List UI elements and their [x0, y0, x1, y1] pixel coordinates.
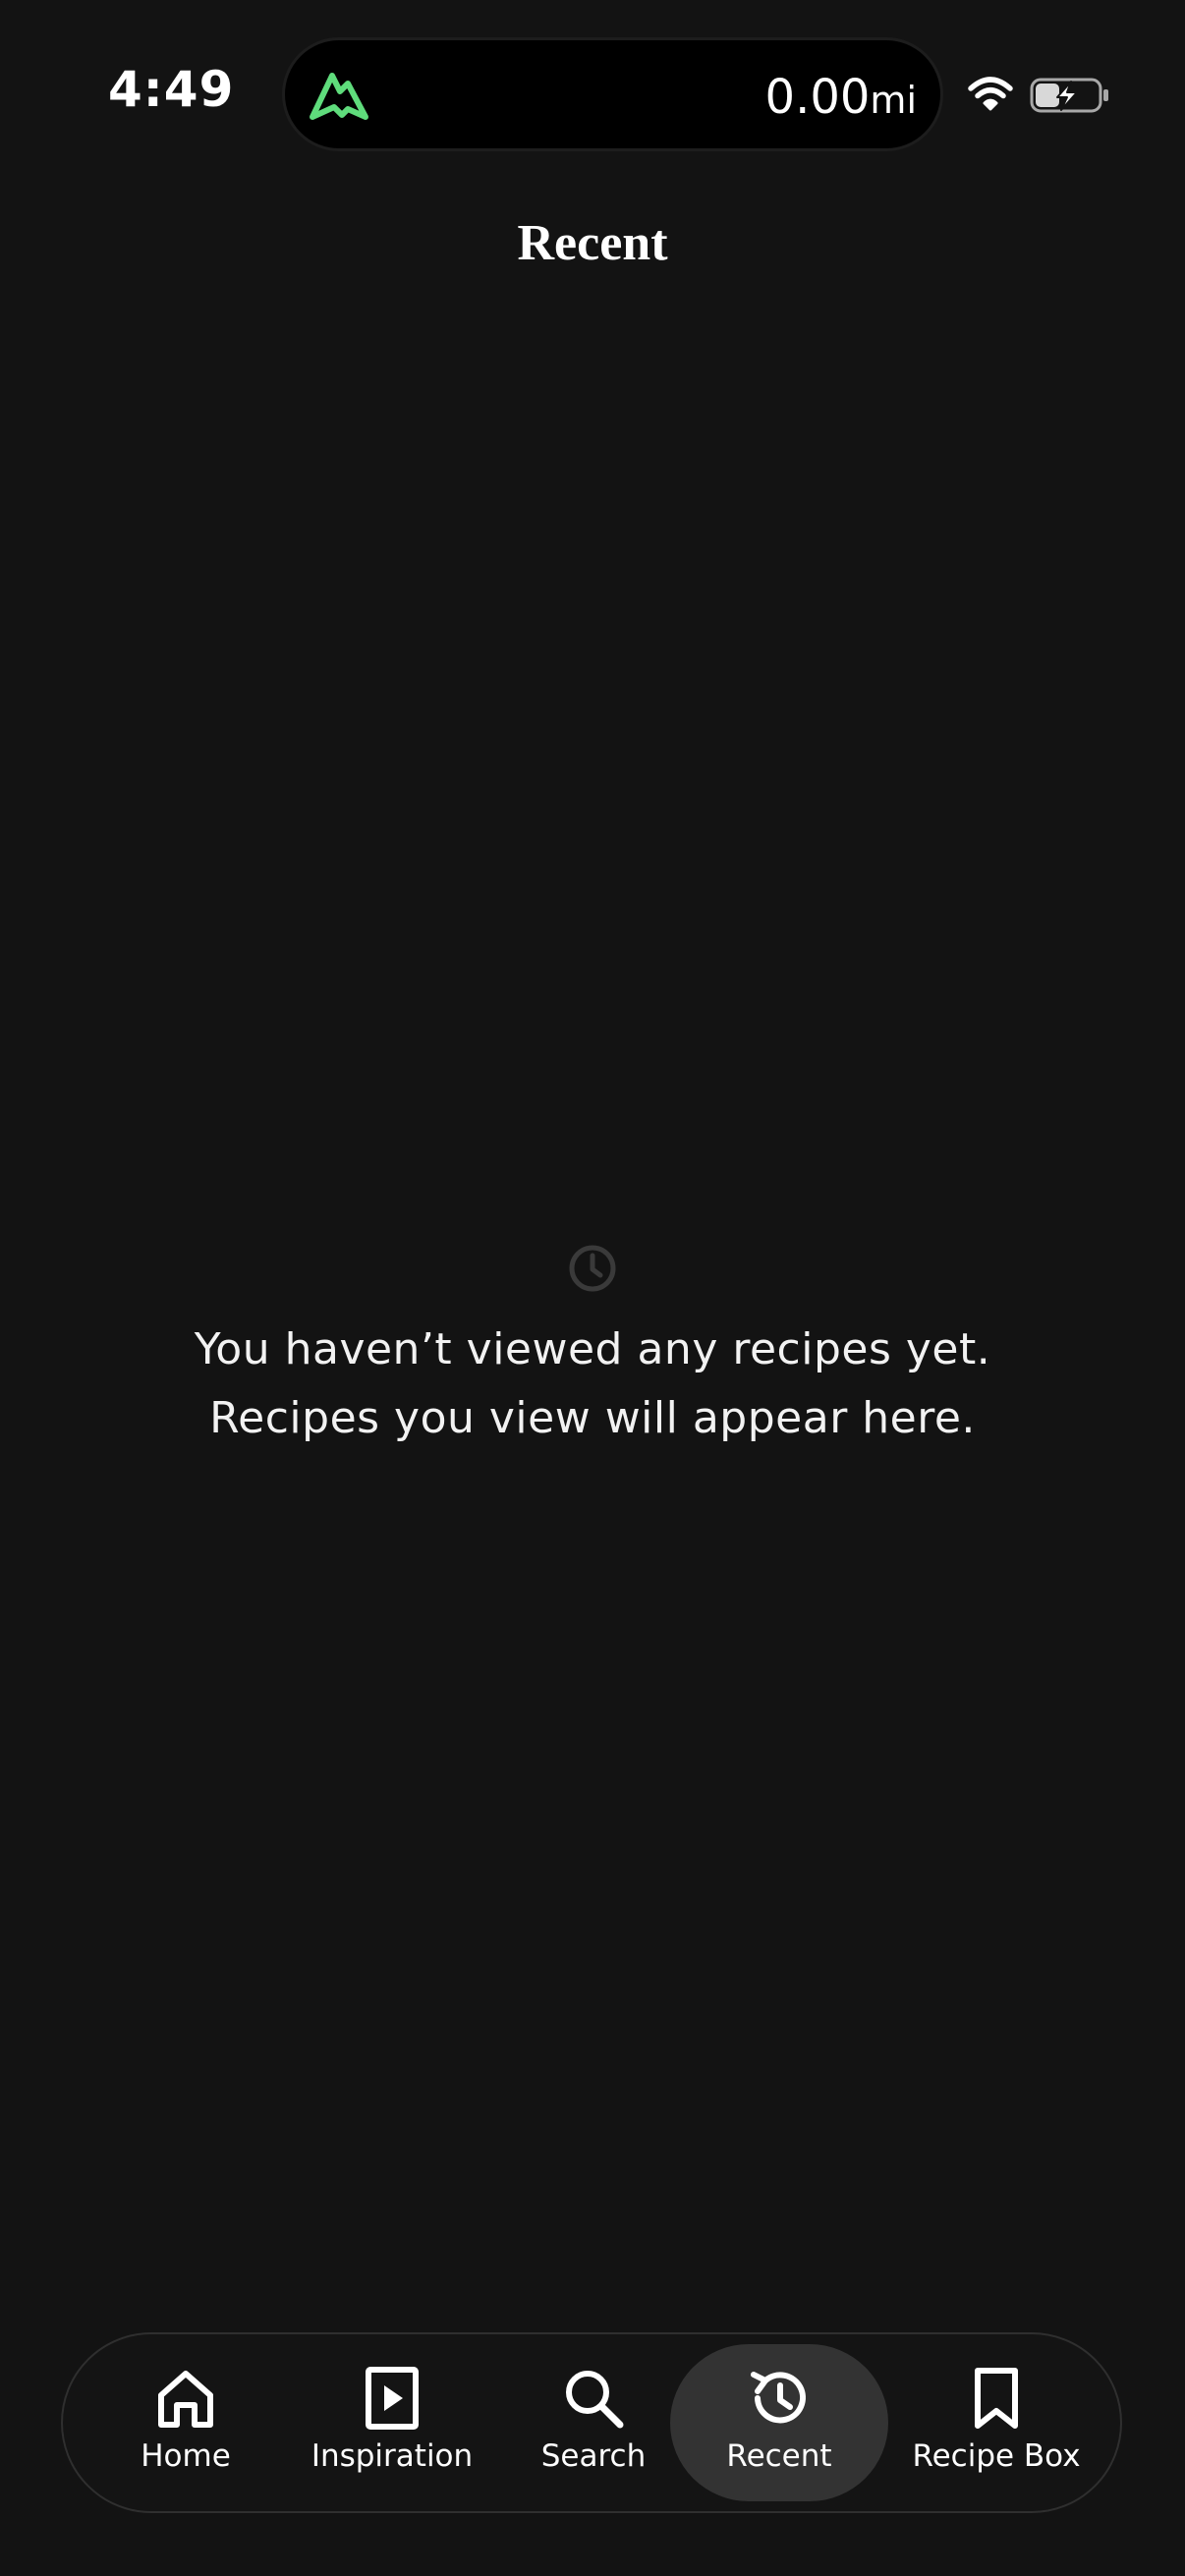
search-icon — [566, 2371, 624, 2429]
dynamic-island[interactable]: 0.00mi — [282, 37, 943, 151]
distance-unit: mi — [870, 79, 917, 122]
empty-message: You haven’t viewed any recipes yet. Reci… — [0, 1316, 1185, 1453]
empty-state: You haven’t viewed any recipes yet. Reci… — [0, 1243, 1185, 1453]
empty-message-line-2: Recipes you view will appear here. — [209, 1393, 976, 1443]
page-title: Recent — [517, 215, 668, 271]
bookmark-icon — [975, 2368, 1018, 2429]
empty-message-line-1: You haven’t viewed any recipes yet. — [194, 1324, 991, 1374]
play-icon — [366, 2367, 419, 2430]
history-icon — [751, 2372, 806, 2424]
mountain-logo-icon — [310, 73, 368, 120]
tab-recipe-box[interactable]: Recipe Box — [903, 2344, 1090, 2501]
tab-home[interactable]: Home — [112, 2344, 259, 2501]
bottom-tab-bar: Home Inspiration Search Recent Recipe Bo… — [61, 2332, 1122, 2513]
status-bar: 4:49 0.00mi — [0, 0, 1185, 196]
tab-search-label: Search — [540, 2438, 647, 2474]
tab-recent[interactable]: Recent — [670, 2344, 888, 2501]
home-icon — [158, 2371, 213, 2428]
tab-recipe-box-label: Recipe Box — [912, 2438, 1081, 2474]
distance-readout: 0.00mi — [765, 70, 917, 125]
clock-icon — [569, 1245, 616, 1292]
tab-search[interactable]: Search — [525, 2344, 662, 2501]
tab-inspiration-label: Inspiration — [310, 2438, 474, 2474]
status-time: 4:49 — [108, 61, 235, 118]
tab-inspiration[interactable]: Inspiration — [294, 2344, 490, 2501]
tab-recent-label: Recent — [726, 2438, 832, 2474]
distance-value: 0.00 — [764, 70, 871, 125]
battery-charging-icon — [1030, 78, 1108, 113]
tab-home-label: Home — [141, 2438, 231, 2474]
wifi-icon — [968, 77, 1013, 111]
